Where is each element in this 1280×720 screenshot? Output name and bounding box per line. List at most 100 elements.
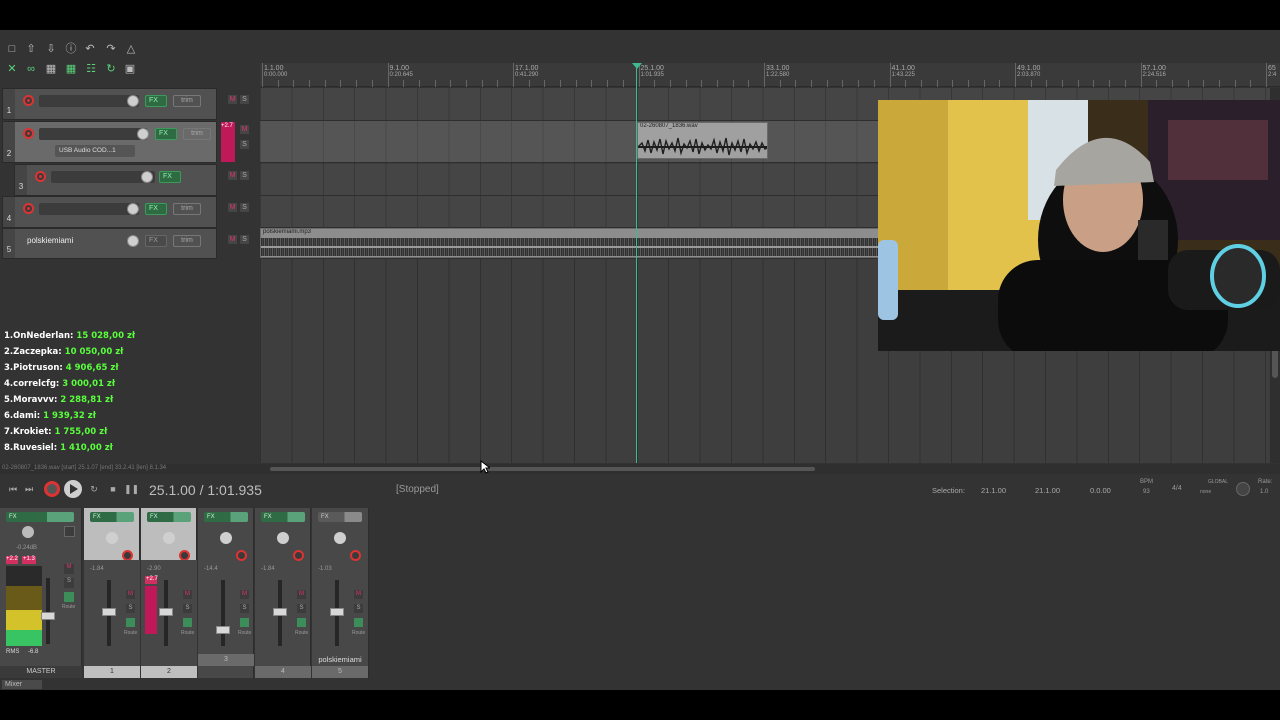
master-fx-button[interactable]: FX: [6, 512, 74, 522]
strip-fx-button[interactable]: FX: [90, 512, 134, 522]
volume-fader[interactable]: [102, 608, 116, 616]
solo-button[interactable]: S: [240, 203, 249, 212]
pan-knob[interactable]: [277, 532, 289, 544]
automation-trim-button[interactable]: trim: [173, 95, 201, 107]
media-item-backing[interactable]: polskiemiami.mp3: [260, 228, 880, 258]
track-name-field[interactable]: [51, 171, 155, 183]
go-to-end-icon[interactable]: ⏭: [22, 482, 36, 496]
loop-icon[interactable]: ↻: [104, 62, 118, 76]
loop-icon[interactable]: ↻: [87, 482, 101, 496]
mixer-strip-3[interactable]: FX -14.4 M S Route 3: [198, 508, 254, 678]
snap-icon[interactable]: ∞: [24, 62, 38, 76]
rate-value[interactable]: 1.0: [1260, 489, 1268, 495]
lock-icon[interactable]: ▣: [123, 62, 137, 76]
mixer-strip-1[interactable]: FX -1.84 M S Route 1: [84, 508, 140, 678]
solo-button[interactable]: S: [240, 235, 249, 244]
master-pan-knob[interactable]: [22, 526, 34, 538]
pan-knob[interactable]: [106, 532, 118, 544]
solo-button[interactable]: S: [297, 604, 306, 613]
solo-button[interactable]: S: [240, 140, 249, 149]
solo-button[interactable]: S: [240, 604, 249, 613]
master-route-button[interactable]: [64, 592, 74, 602]
volume-fader[interactable]: [159, 608, 173, 616]
go-to-start-icon[interactable]: ⏮: [6, 482, 20, 496]
solo-button[interactable]: S: [183, 604, 192, 613]
mute-button[interactable]: M: [240, 590, 249, 599]
pan-knob[interactable]: [163, 532, 175, 544]
play-cursor-marker[interactable]: [632, 63, 642, 69]
route-button[interactable]: [297, 618, 306, 627]
strip-fx-button[interactable]: FX: [147, 512, 191, 522]
strip-fx-button[interactable]: FX: [318, 512, 362, 522]
stop-icon[interactable]: ■: [106, 482, 120, 496]
record-button[interactable]: [44, 481, 60, 497]
master-fader[interactable]: [41, 612, 55, 620]
fx-button[interactable]: FX: [145, 203, 167, 215]
fx-button[interactable]: FX: [155, 128, 177, 140]
mute-button[interactable]: M: [228, 203, 237, 212]
solo-button[interactable]: S: [354, 604, 363, 613]
record-arm-button[interactable]: [236, 550, 247, 561]
play-button[interactable]: [64, 480, 82, 498]
mute-button[interactable]: M: [126, 590, 135, 599]
solo-button[interactable]: S: [126, 604, 135, 613]
record-arm-button[interactable]: [293, 550, 304, 561]
master-mono-toggle[interactable]: [64, 526, 75, 537]
volume-knob[interactable]: [127, 235, 139, 247]
route-button[interactable]: [183, 618, 192, 627]
mute-button[interactable]: M: [228, 171, 237, 180]
mixer-strip-4[interactable]: FX -1.84 M S Route 4: [255, 508, 311, 678]
metronome-icon[interactable]: △: [124, 42, 138, 56]
play-cursor[interactable]: [636, 63, 637, 463]
mute-button[interactable]: M: [183, 590, 192, 599]
strip-number[interactable]: 3: [198, 654, 254, 666]
master-strip[interactable]: FX -0.24dB +2.2 +1.3 M S Route RMS -6.8 …: [0, 508, 82, 678]
grid-icon[interactable]: ▦: [44, 62, 58, 76]
track-3-panel[interactable]: 3 FX: [14, 164, 217, 196]
open-project-icon[interactable]: ⇧: [24, 42, 38, 56]
strip-number[interactable]: 5: [312, 666, 368, 678]
track-name-field[interactable]: [39, 95, 139, 107]
solo-button[interactable]: S: [240, 171, 249, 180]
mixer-tab[interactable]: Mixer: [2, 680, 42, 689]
pause-icon[interactable]: ❚❚: [124, 482, 139, 496]
horizontal-scrollbar[interactable]: 02-260807_1836.wav [start] 25.1.07 [end]…: [0, 464, 1280, 474]
route-button[interactable]: [126, 618, 135, 627]
automation-trim-button[interactable]: trim: [173, 203, 201, 215]
strip-number[interactable]: 2: [141, 666, 197, 678]
volume-fader[interactable]: [216, 626, 230, 634]
media-item-recorded[interactable]: 02-260807_1836.wav: [637, 122, 768, 159]
fx-button[interactable]: FX: [145, 95, 167, 107]
global-automation-mode[interactable]: none: [1200, 489, 1211, 495]
mute-button[interactable]: M: [297, 590, 306, 599]
selection-start[interactable]: 21.1.00: [981, 486, 1006, 495]
mixer-strip-2[interactable]: FX -2.90 +2.7 M S Route 2: [141, 508, 197, 678]
pan-knob[interactable]: [220, 532, 232, 544]
fx-button[interactable]: FX: [159, 171, 181, 183]
ripple-edit-icon[interactable]: ✕: [5, 62, 19, 76]
volume-fader[interactable]: [273, 608, 287, 616]
strip-number[interactable]: 4: [255, 666, 311, 678]
mute-button[interactable]: M: [228, 235, 237, 244]
volume-fader[interactable]: [330, 608, 344, 616]
time-signature[interactable]: 4/4: [1172, 485, 1182, 492]
redo-icon[interactable]: ↷: [104, 42, 118, 56]
volume-knob[interactable]: [127, 95, 139, 107]
playrate-knob[interactable]: [1236, 482, 1250, 496]
record-arm-button[interactable]: [350, 550, 361, 561]
mixer-strip-5[interactable]: FX -1.03 M S Route polskiemiami 5: [312, 508, 369, 678]
track-name-field[interactable]: [39, 203, 139, 215]
mute-button[interactable]: M: [354, 590, 363, 599]
master-solo-button[interactable]: S: [64, 578, 74, 588]
volume-knob[interactable]: [137, 128, 149, 140]
save-project-icon[interactable]: ⇩: [44, 42, 58, 56]
mute-button[interactable]: M: [228, 95, 237, 104]
track-5-panel[interactable]: 5 polskiemiami FX trim: [2, 228, 217, 259]
record-arm-button[interactable]: [35, 171, 46, 182]
volume-knob[interactable]: [141, 171, 153, 183]
selection-end[interactable]: 21.1.00: [1035, 486, 1060, 495]
automation-trim-button[interactable]: trim: [173, 235, 201, 247]
grid-lines-icon[interactable]: ☷: [84, 62, 98, 76]
project-settings-icon[interactable]: ⓘ: [64, 42, 78, 56]
new-project-icon[interactable]: □: [5, 42, 19, 56]
